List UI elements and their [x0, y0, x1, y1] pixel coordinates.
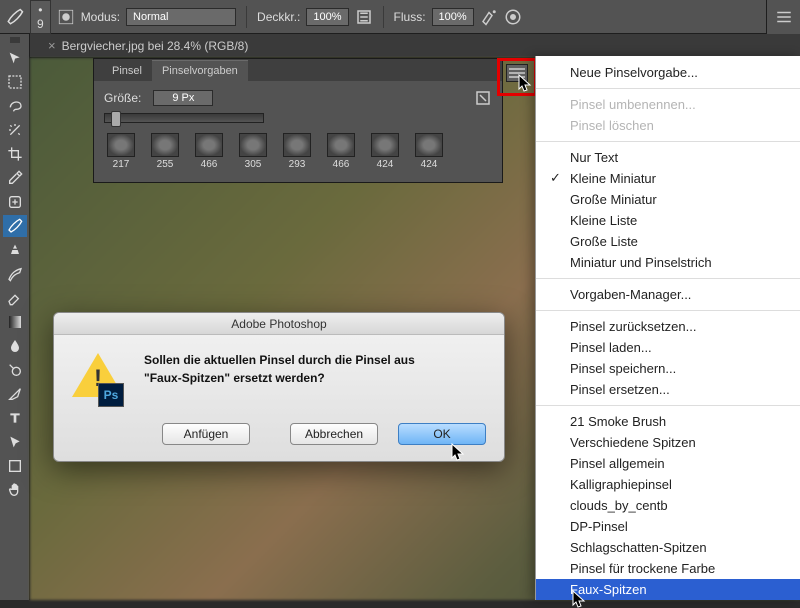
- menu-item[interactable]: Schlagschatten-Spitzen: [536, 537, 800, 558]
- menu-item[interactable]: Miniatur und Pinselstrich: [536, 252, 800, 273]
- menu-item[interactable]: Große Liste: [536, 231, 800, 252]
- menu-item[interactable]: Pinsel ersetzen...: [536, 379, 800, 400]
- menu-item[interactable]: Pinsel speichern...: [536, 358, 800, 379]
- airbrush-icon[interactable]: [480, 8, 498, 26]
- tools-panel: [0, 34, 30, 600]
- document-tab[interactable]: Bergviecher.jpg bei 28.4% (RGB/8): [62, 39, 249, 53]
- menu-item[interactable]: Kalligraphiepinsel: [536, 474, 800, 495]
- brush-preset-thumb[interactable]: 466: [324, 133, 358, 170]
- tab-brush-presets[interactable]: Pinselvorgaben: [152, 60, 248, 81]
- right-panel-toggle[interactable]: [766, 0, 800, 34]
- cancel-button[interactable]: Abbrechen: [290, 423, 378, 445]
- brush-size-slider[interactable]: [104, 113, 264, 123]
- eraser-tool[interactable]: [3, 287, 27, 309]
- opacity-pressure-icon[interactable]: [355, 8, 373, 26]
- new-preset-icon[interactable]: [474, 89, 492, 107]
- brush-panel-toggle-icon[interactable]: [57, 8, 75, 26]
- menu-item[interactable]: Große Miniatur: [536, 189, 800, 210]
- menu-item[interactable]: Nur Text: [536, 147, 800, 168]
- brush-preset-thumb[interactable]: 293: [280, 133, 314, 170]
- menu-item[interactable]: Verschiedene Spitzen: [536, 432, 800, 453]
- path-selection-tool[interactable]: [3, 431, 27, 453]
- menu-item[interactable]: Kleine Miniatur: [536, 168, 800, 189]
- menu-item: Pinsel umbenennen...: [536, 94, 800, 115]
- append-button[interactable]: Anfügen: [162, 423, 250, 445]
- crop-tool[interactable]: [3, 143, 27, 165]
- brush-preset-thumb[interactable]: 466: [192, 133, 226, 170]
- hand-tool[interactable]: [3, 479, 27, 501]
- menu-item[interactable]: Pinsel zurücksetzen...: [536, 316, 800, 337]
- flow-label: Fluss:: [394, 10, 426, 24]
- marquee-tool[interactable]: [3, 71, 27, 93]
- brush-tool-icon: [6, 8, 24, 26]
- eyedropper-tool[interactable]: [3, 167, 27, 189]
- blend-mode-select[interactable]: Normal: [126, 8, 236, 26]
- brush-panel-flyout-menu: Neue Pinselvorgabe... Pinsel umbenennen..…: [535, 56, 800, 600]
- history-brush-tool[interactable]: [3, 263, 27, 285]
- mode-label: Modus:: [81, 10, 120, 24]
- cursor-arrow-icon: [451, 443, 465, 461]
- dodge-tool[interactable]: [3, 359, 27, 381]
- menu-item[interactable]: Pinsel für trockene Farbe: [536, 558, 800, 579]
- photoshop-badge: Ps: [98, 383, 124, 407]
- options-bar: •9 Modus: Normal Deckkr.: 100% Fluss: 10…: [0, 0, 800, 34]
- brush-presets-panel: Pinsel Pinselvorgaben Größe: 217 255 466 30…: [93, 58, 503, 183]
- brush-preset-thumb[interactable]: 305: [236, 133, 270, 170]
- dialog-title: Adobe Photoshop: [54, 313, 504, 335]
- gradient-tool[interactable]: [3, 311, 27, 333]
- menu-item[interactable]: Neue Pinselvorgabe...: [536, 62, 800, 83]
- menu-item[interactable]: Pinsel laden...: [536, 337, 800, 358]
- cursor-arrow-icon: [572, 590, 586, 608]
- move-tool[interactable]: [3, 47, 27, 69]
- type-tool[interactable]: [3, 407, 27, 429]
- healing-brush-tool[interactable]: [3, 191, 27, 213]
- clone-stamp-tool[interactable]: [3, 239, 27, 261]
- cursor-arrow-icon: [518, 74, 532, 92]
- flow-value[interactable]: 100%: [432, 8, 474, 26]
- close-document-icon[interactable]: ×: [48, 38, 56, 53]
- brush-size-label: Größe:: [104, 91, 141, 105]
- menu-item[interactable]: Vorgaben-Manager...: [536, 284, 800, 305]
- lasso-tool[interactable]: [3, 95, 27, 117]
- menu-item: Pinsel löschen: [536, 115, 800, 136]
- opacity-value[interactable]: 100%: [306, 8, 348, 26]
- menu-item[interactable]: Pinsel allgemein: [536, 453, 800, 474]
- pen-tool[interactable]: [3, 383, 27, 405]
- magic-wand-tool[interactable]: [3, 119, 27, 141]
- menu-item[interactable]: clouds_by_centb: [536, 495, 800, 516]
- tab-brush[interactable]: Pinsel: [102, 61, 152, 81]
- dialog-message: Sollen die aktuellen Pinsel durch die Pi…: [144, 351, 415, 407]
- menu-item[interactable]: DP-Pinsel: [536, 516, 800, 537]
- blur-tool[interactable]: [3, 335, 27, 357]
- brush-size-preview[interactable]: •9: [30, 0, 51, 34]
- brush-preset-thumb[interactable]: 424: [368, 133, 402, 170]
- menu-item[interactable]: 21 Smoke Brush: [536, 411, 800, 432]
- document-tab-bar: × Bergviecher.jpg bei 28.4% (RGB/8): [0, 34, 800, 58]
- brush-preset-thumb[interactable]: 217: [104, 133, 138, 170]
- replace-brushes-dialog: Adobe Photoshop ! Ps Sollen die aktuelle…: [53, 312, 505, 462]
- tablet-pressure-icon[interactable]: [504, 8, 522, 26]
- ok-button[interactable]: OK: [398, 423, 486, 445]
- brush-size-input[interactable]: [153, 90, 213, 106]
- menu-item[interactable]: Kleine Liste: [536, 210, 800, 231]
- rectangle-tool[interactable]: [3, 455, 27, 477]
- brush-tool[interactable]: [3, 215, 27, 237]
- opacity-label: Deckkr.:: [257, 10, 300, 24]
- brush-preset-thumb[interactable]: 424: [412, 133, 446, 170]
- panel-grip-icon[interactable]: [10, 37, 20, 43]
- warning-icon: ! Ps: [72, 351, 128, 407]
- brush-preset-thumb[interactable]: 255: [148, 133, 182, 170]
